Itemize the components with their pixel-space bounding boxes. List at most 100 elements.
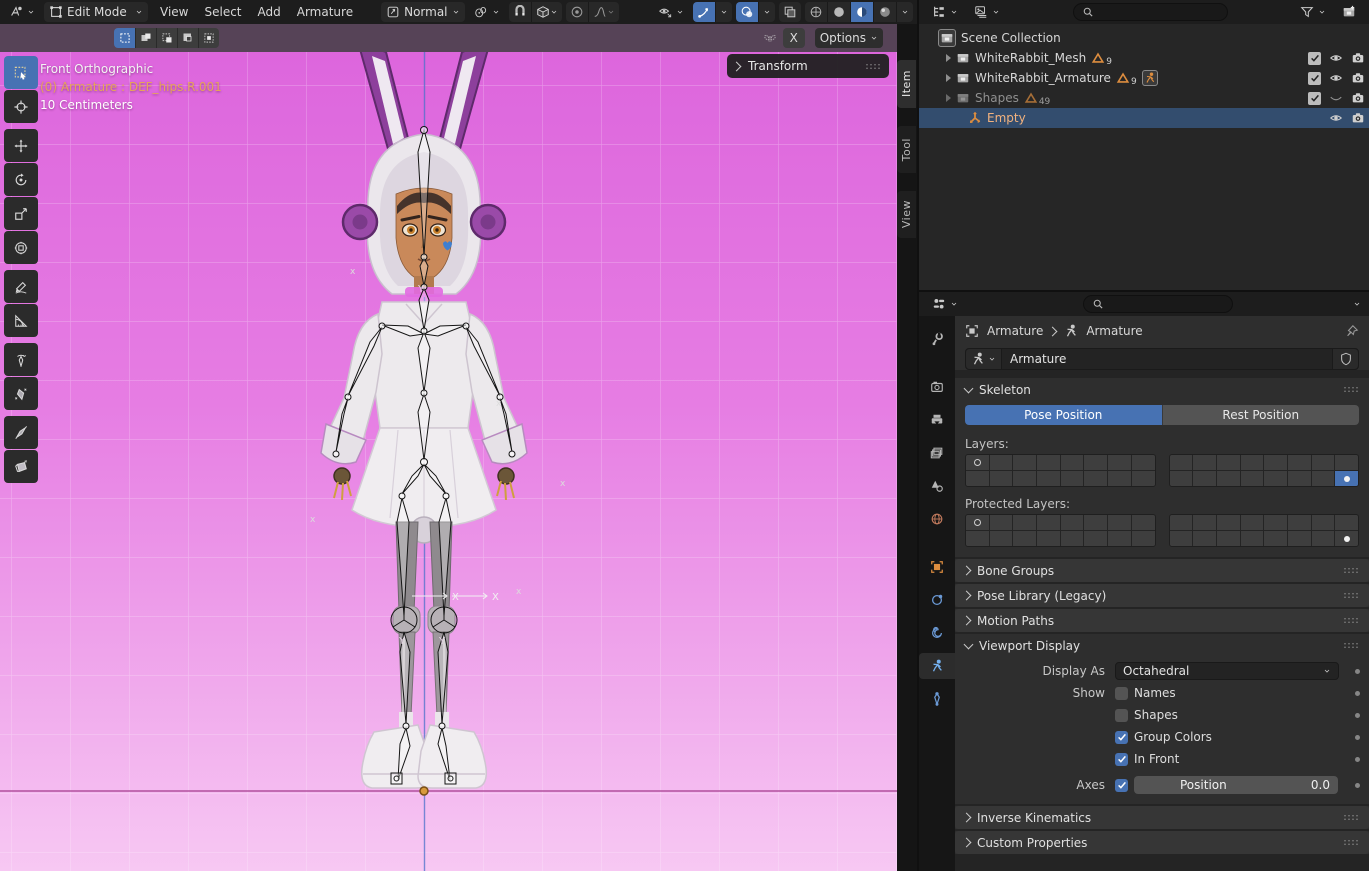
bone-envelope-tool[interactable]	[4, 416, 38, 449]
layer-toggle[interactable]	[1264, 515, 1287, 530]
shading-solid[interactable]	[827, 2, 850, 22]
layer-toggle[interactable]	[1084, 515, 1107, 530]
menu-select[interactable]: Select	[196, 2, 249, 22]
layer-toggle[interactable]	[1312, 471, 1335, 486]
layer-toggle[interactable]	[1108, 531, 1131, 546]
transform-orientation-dropdown[interactable]: Normal	[381, 2, 464, 22]
breadcrumb-data[interactable]: Armature	[1086, 324, 1142, 338]
render-camera-icon[interactable]	[1351, 71, 1365, 85]
animate-decorator[interactable]	[1355, 669, 1360, 674]
breadcrumb-object[interactable]: Armature	[987, 324, 1043, 338]
pose-library-panel-header[interactable]: Pose Library (Legacy)	[955, 584, 1369, 607]
tab-tool-properties[interactable]	[920, 326, 954, 352]
layer-toggle[interactable]	[1013, 515, 1036, 530]
shading-dropdown[interactable]	[896, 2, 913, 22]
hide-eye-icon[interactable]	[1329, 71, 1343, 85]
tab-constraint-properties[interactable]	[920, 587, 954, 613]
layer-toggle[interactable]	[1013, 471, 1036, 486]
layer-toggle[interactable]	[1061, 515, 1084, 530]
layer-toggle[interactable]	[1335, 515, 1358, 530]
gizmo-dropdown[interactable]	[715, 2, 732, 22]
overlays-dropdown[interactable]	[758, 2, 775, 22]
panel-grip[interactable]	[1343, 642, 1359, 649]
layer-toggle[interactable]	[966, 471, 989, 486]
outliner-search-input[interactable]	[1099, 6, 1199, 18]
properties-search-input[interactable]	[1109, 298, 1209, 310]
layer-toggle[interactable]	[990, 515, 1013, 530]
properties-search[interactable]	[1083, 295, 1233, 313]
select-mode-intersect[interactable]	[198, 28, 219, 48]
layer-toggle[interactable]	[1193, 471, 1216, 486]
outliner-editor-type-button[interactable]	[927, 2, 963, 22]
outliner-row-whiterabbit-mesh[interactable]: WhiteRabbit_Mesh 9	[919, 48, 1369, 68]
outliner-row-scene-collection[interactable]: Scene Collection	[919, 28, 1369, 48]
sidebar-tab-tool[interactable]: Tool	[897, 126, 916, 173]
animate-decorator[interactable]	[1355, 691, 1360, 696]
visibility-dropdown[interactable]	[653, 2, 689, 22]
exclude-checkbox[interactable]	[1308, 72, 1321, 85]
transform-tool[interactable]	[4, 231, 38, 264]
options-dropdown[interactable]: Options	[815, 28, 883, 48]
animate-decorator[interactable]	[1355, 713, 1360, 718]
layer-toggle[interactable]	[1108, 455, 1131, 470]
new-collection-button[interactable]	[1337, 2, 1361, 22]
layer-toggle[interactable]	[1217, 515, 1240, 530]
layer-toggle[interactable]	[1288, 531, 1311, 546]
select-mode-invert[interactable]	[177, 28, 198, 48]
snap-to-dropdown[interactable]	[531, 2, 562, 22]
pose-position-button[interactable]: Pose Position	[965, 405, 1162, 425]
tab-bone-properties[interactable]	[920, 686, 954, 712]
animate-decorator[interactable]	[1355, 757, 1360, 762]
tab-output-properties[interactable]	[920, 407, 954, 433]
layer-toggle[interactable]	[1037, 531, 1060, 546]
shear-tool[interactable]	[4, 450, 38, 483]
checkbox[interactable]	[1115, 731, 1128, 744]
editor-type-button[interactable]	[4, 2, 40, 22]
select-mode-extend[interactable]	[135, 28, 156, 48]
layer-toggle[interactable]	[990, 455, 1013, 470]
layer-toggle[interactable]	[1037, 515, 1060, 530]
layer-toggle[interactable]	[1108, 515, 1131, 530]
layer-toggle[interactable]	[1193, 515, 1216, 530]
outliner-row-shapes[interactable]: Shapes 49	[919, 88, 1369, 108]
motion-paths-panel-header[interactable]: Motion Paths	[955, 609, 1369, 632]
viewport-display-panel-header[interactable]: Viewport Display	[955, 634, 1369, 657]
checkbox[interactable]	[1115, 709, 1128, 722]
layer-toggle[interactable]	[1335, 531, 1358, 546]
layer-toggle[interactable]	[1241, 471, 1264, 486]
panel-grip[interactable]	[1343, 386, 1359, 393]
layer-toggle[interactable]	[1170, 515, 1193, 530]
xray-toggle[interactable]	[779, 2, 801, 22]
layer-toggle[interactable]	[1170, 471, 1193, 486]
select-mode-new[interactable]	[114, 28, 135, 48]
layer-toggle[interactable]	[1193, 455, 1216, 470]
layer-toggle[interactable]	[1170, 531, 1193, 546]
expand-arrow-icon[interactable]	[946, 54, 951, 62]
layer-toggle[interactable]	[1264, 531, 1287, 546]
inverse-kinematics-panel-header[interactable]: Inverse Kinematics	[955, 806, 1369, 829]
tab-scene-properties[interactable]	[920, 473, 954, 499]
layer-toggle[interactable]	[1217, 531, 1240, 546]
tab-view-layer-properties[interactable]	[920, 440, 954, 466]
animate-decorator[interactable]	[1355, 735, 1360, 740]
roll-tool[interactable]	[4, 343, 38, 376]
layer-toggle[interactable]	[1217, 471, 1240, 486]
mirror-x-toggle[interactable]: X	[783, 28, 805, 48]
layer-toggle[interactable]	[1335, 471, 1358, 486]
layer-toggle[interactable]	[1193, 531, 1216, 546]
annotate-tool[interactable]	[4, 270, 38, 303]
tab-physics-properties[interactable]	[920, 620, 954, 646]
render-camera-icon[interactable]	[1351, 111, 1365, 125]
checkbox[interactable]	[1115, 753, 1128, 766]
properties-options-dropdown[interactable]	[1353, 300, 1361, 308]
show-overlays-toggle[interactable]	[736, 2, 758, 22]
layer-toggle[interactable]	[1312, 455, 1335, 470]
exclude-checkbox[interactable]	[1308, 52, 1321, 65]
layer-toggle[interactable]	[1013, 531, 1036, 546]
tab-object-properties[interactable]	[920, 554, 954, 580]
select-mode-subtract[interactable]	[156, 28, 177, 48]
layer-toggle[interactable]	[966, 455, 989, 470]
axes-position-slider[interactable]: Position 0.0	[1134, 776, 1338, 794]
select-box-tool[interactable]	[4, 56, 38, 89]
layer-toggle[interactable]	[966, 515, 989, 530]
